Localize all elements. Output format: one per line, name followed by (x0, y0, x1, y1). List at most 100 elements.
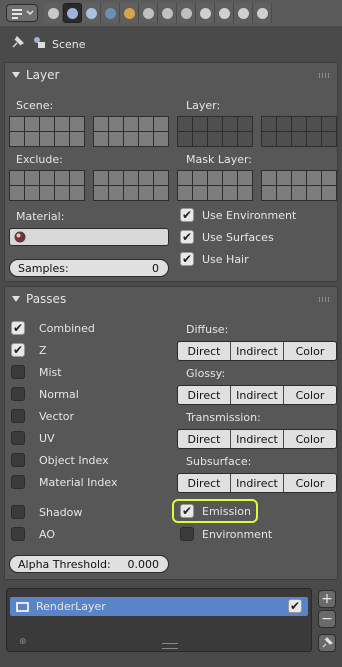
checkbox-icon[interactable] (11, 387, 25, 401)
pass-label: Material Index (39, 475, 118, 489)
add-render-layer-button[interactable]: + (318, 590, 336, 608)
scene-layers-label: Scene: (16, 99, 54, 112)
shadow-toggle[interactable]: Shadow (11, 505, 82, 519)
use-environment-toggle[interactable]: ✔ Use Environment (180, 208, 296, 222)
emission-toggle[interactable]: ✔ Emission (180, 504, 251, 518)
pass-indirect-button[interactable]: Indirect (231, 474, 284, 492)
use-hair-toggle[interactable]: ✔ Use Hair (180, 252, 249, 266)
pass-toggle-0[interactable]: ✔ Combined (11, 321, 95, 335)
context-tab-constraints[interactable] (139, 3, 158, 23)
context-tab-object[interactable] (120, 3, 139, 23)
drag-grip-icon[interactable] (319, 73, 331, 78)
pass-toggle-5[interactable]: UV (11, 431, 55, 445)
render-layer-item[interactable]: RenderLayer ✔ (10, 597, 308, 616)
alpha-threshold-field[interactable]: Alpha Threshold: 0.000 (9, 555, 169, 573)
pass-toggle-2[interactable]: Mist (11, 365, 62, 379)
checkbox-icon[interactable] (11, 431, 25, 445)
editor-type-button[interactable] (6, 4, 38, 22)
pass-direct-button[interactable]: Direct (178, 342, 231, 360)
context-tab-particles[interactable] (234, 3, 253, 23)
context-tab-scene[interactable] (82, 3, 101, 23)
pass-color-button[interactable]: Color (284, 386, 336, 404)
pass-direct-button[interactable]: Direct (178, 430, 231, 448)
context-tab-physics[interactable] (253, 3, 272, 23)
pass-label: Mist (39, 365, 62, 379)
context-tab-render[interactable] (44, 3, 63, 23)
pass-toggle-7[interactable]: Material Index (11, 475, 117, 489)
list-filter-icon[interactable]: ⊕ (19, 637, 27, 647)
ao-toggle[interactable]: AO (11, 527, 55, 541)
checkbox-checked-icon[interactable]: ✔ (180, 230, 194, 244)
context-tabs (44, 3, 272, 23)
pass-group-label: Transmission: (186, 411, 261, 424)
layer-panel-title: Layer (26, 68, 60, 82)
environment-toggle[interactable]: Environment (180, 527, 272, 541)
render-layers-list[interactable]: RenderLayer ✔ ⊕ (6, 588, 312, 652)
scene-layers-grid-a[interactable] (9, 116, 85, 147)
pass-group-label: Glossy: (186, 367, 226, 380)
pass-label: Vector (39, 409, 75, 423)
exclude-label: Exclude: (16, 153, 63, 166)
pass-indirect-button[interactable]: Indirect (231, 430, 284, 448)
mask-layer-grid-a[interactable] (177, 170, 253, 201)
checkbox-icon[interactable] (11, 475, 25, 489)
mask-layer-label: Mask Layer: (186, 153, 253, 166)
collapse-triangle-icon (12, 296, 20, 302)
pass-toggle-6[interactable]: Object Index (11, 453, 109, 467)
pass-indirect-button[interactable]: Indirect (231, 386, 284, 404)
mask-layer-grid-b[interactable] (261, 170, 337, 201)
pass-indirect-button[interactable]: Indirect (231, 342, 284, 360)
remove-render-layer-button[interactable]: − (318, 610, 336, 628)
pin-render-layer-button[interactable] (318, 634, 336, 652)
checkbox-checked-icon[interactable]: ✔ (11, 343, 25, 357)
layer-grid-a[interactable] (177, 116, 253, 147)
material-field[interactable] (9, 228, 169, 246)
passes-panel-header[interactable]: Passes (5, 287, 337, 311)
checkbox-icon[interactable] (11, 505, 25, 519)
layer-grid-b[interactable] (261, 116, 337, 147)
ao-label: AO (39, 527, 55, 541)
pass-toggle-3[interactable]: Normal (11, 387, 79, 401)
exclude-grid-a[interactable] (9, 170, 85, 201)
checkbox-icon[interactable] (11, 409, 25, 423)
pin-icon[interactable] (10, 36, 24, 50)
pass-color-button[interactable]: Color (284, 474, 336, 492)
pass-direct-button[interactable]: Direct (178, 474, 231, 492)
pass-group-buttons: Direct Indirect Color (177, 341, 337, 361)
context-tab-texture[interactable] (215, 3, 234, 23)
use-surfaces-toggle[interactable]: ✔ Use Surfaces (180, 230, 274, 244)
breadcrumb-scene: Scene (52, 38, 86, 51)
layer-panel-header[interactable]: Layer (5, 63, 337, 87)
scene-layers-grid-b[interactable] (93, 116, 169, 147)
render-layer-enable-checkbox[interactable]: ✔ (288, 599, 302, 613)
pass-group-buttons: Direct Indirect Color (177, 473, 337, 493)
drag-grip-icon[interactable] (319, 297, 331, 302)
checkbox-icon[interactable] (180, 527, 194, 541)
context-tab-world[interactable] (101, 3, 120, 23)
emission-label: Emission (202, 504, 251, 518)
pass-label: Normal (39, 387, 79, 401)
checkbox-checked-icon[interactable]: ✔ (11, 321, 25, 335)
pass-color-button[interactable]: Color (284, 342, 336, 360)
environment-label: Environment (202, 527, 273, 541)
checkbox-checked-icon[interactable]: ✔ (180, 504, 194, 518)
context-tab-data[interactable] (177, 3, 196, 23)
samples-field[interactable]: Samples: 0 (9, 259, 169, 277)
pass-direct-button[interactable]: Direct (178, 386, 231, 404)
physics-icon (256, 7, 268, 19)
exclude-grid-b[interactable] (93, 170, 169, 201)
pass-color-button[interactable]: Color (284, 430, 336, 448)
pass-toggle-4[interactable]: Vector (11, 409, 74, 423)
list-resize-grip-icon[interactable] (162, 643, 178, 649)
pass-toggle-1[interactable]: ✔ Z (11, 343, 47, 357)
collapse-triangle-icon (12, 72, 20, 78)
context-tab-render-layers[interactable] (63, 3, 82, 23)
checkbox-icon[interactable] (11, 453, 25, 467)
checkbox-checked-icon[interactable]: ✔ (180, 208, 194, 222)
context-tab-modifiers[interactable] (158, 3, 177, 23)
data-icon (180, 7, 192, 19)
context-tab-material[interactable] (196, 3, 215, 23)
checkbox-icon[interactable] (11, 527, 25, 541)
checkbox-icon[interactable] (11, 365, 25, 379)
checkbox-checked-icon[interactable]: ✔ (180, 252, 194, 266)
